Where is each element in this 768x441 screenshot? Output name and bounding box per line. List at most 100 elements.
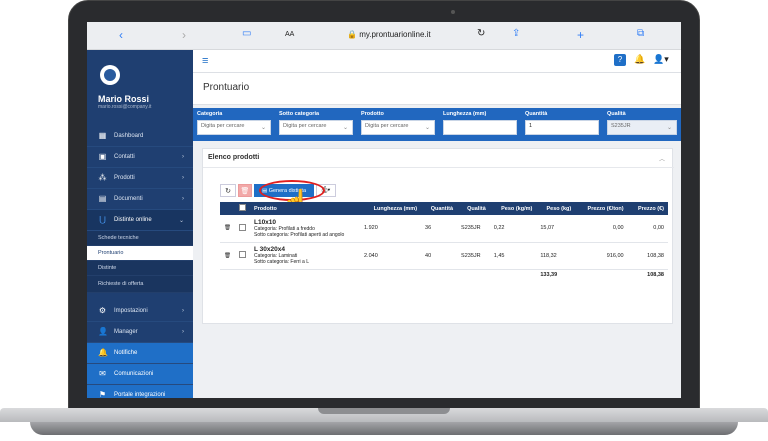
filter-label: Lunghezza (mm) [443,111,487,117]
chevron-right-icon: › [182,308,184,314]
prodotto-select[interactable]: Digita per cercare ⌄ [361,120,435,135]
main-content: ≡ ? 🔔 👤▾ Prontuario Categoria Digita per… [193,50,681,398]
share-icon[interactable]: ⇪ [512,28,520,39]
chevron-down-icon: ⌄ [178,217,184,224]
product-subcategory: Sotto categoria: Ferri a L [253,259,310,265]
sidebar-item-contatti[interactable]: ▣ Contatti › [87,147,193,168]
reader-aa-button[interactable]: AA [285,31,294,38]
sidebar-item-comunicazioni[interactable]: ✉ Comunicazioni [87,364,193,385]
collapse-icon[interactable]: ︿ [659,154,665,163]
page-header: Prontuario [193,73,681,105]
filter-label: Sotto categoria [279,111,320,117]
chevron-right-icon: › [182,175,184,181]
user-menu-icon[interactable]: 👤▾ [653,54,669,65]
product-name: L10x10 [253,218,277,226]
notifications-icon[interactable]: 🔔 [634,54,645,65]
table-row[interactable]: 🗑 L10x10 Categoria: Profilati a freddo S… [220,215,668,243]
product-name: L 30x20x4 [253,246,285,253]
header-prezzo-ton: Prezzo (€/ton) [575,202,628,215]
chevron-right-icon: › [182,329,184,335]
integration-icon: ⚑ [98,390,107,399]
header-select [234,202,250,215]
qualita-value: S235JR [611,123,631,129]
cell-lunghezza: 1.920 [359,215,422,243]
chevron-down-icon: ⌄ [424,125,430,131]
dashboard-icon: ▦ [98,131,107,140]
sidebar: Mario Rossi mario.rossi@company.it ▦ Dash… [87,50,193,398]
forward-icon[interactable]: › [182,28,186,42]
filter-prodotto: Prodotto Digita per cercare ⌄ [361,111,435,135]
table-row[interactable]: 🗑 L 30x20x4 Categoria: Laminati Sotto ca… [220,242,668,270]
delete-button[interactable]: 🗑 [238,184,252,197]
browser-toolbar: ‹ › ▭ AA 🔒 my.prontuarionline.it ↻ ⇪ + ⧉ [87,22,681,50]
row-checkbox[interactable] [238,251,246,258]
sidebar-subitem-prontuario[interactable]: Prontuario [87,246,193,261]
header-peso-kgm: Peso (kg/m) [489,202,537,215]
sotto-categoria-select[interactable]: Digita per cercare ⌄ [279,120,353,135]
qualita-select[interactable]: S235JR ⌄ [607,120,677,135]
user-name: Mario Rossi [98,94,150,104]
top-bar: ≡ ? 🔔 👤▾ [193,50,681,73]
sidebar-subitem-schede-tecniche[interactable]: Schede tecniche [87,231,193,246]
sidebar-submenu: Schede tecniche Prontuario Distinte Rich… [87,231,193,293]
new-tab-icon[interactable]: + [577,28,584,42]
filter-label: Categoria [197,111,223,117]
laptop-base [0,408,768,441]
sidebar-item-distinte-online[interactable]: ⋃ Distinte online ⌄ [87,210,193,231]
products-icon: ⁂ [98,173,107,182]
total-peso-kg: 133,39 [540,272,558,279]
cell-quantita: 40 [421,242,458,270]
header-prezzo: Prezzo (€) [627,202,668,215]
delete-row-icon[interactable]: 🗑 [220,242,235,270]
filter-label: Qualità [607,111,626,117]
book-icon[interactable]: ▭ [242,28,251,39]
address-bar[interactable]: 🔒 my.prontuarionline.it [347,30,431,39]
mail-icon: ✉ [99,369,106,378]
sidebar-subitem-distinte[interactable]: Distinte [87,261,193,276]
categoria-select[interactable]: Digita per cercare ⌄ [197,120,271,135]
cell-peso-kgm: 1,45 [489,242,537,270]
cell-peso-kg: 15,07 [536,215,576,243]
quantita-input[interactable]: 1 [525,120,599,135]
cell-prezzo-ton: 0,00 [575,215,628,243]
product-cell: L 30x20x4 Categoria: Laminati Sotto cate… [249,242,360,270]
sidebar-nav: ▦ Dashboard ▣ Contatti › ⁂ Prodotti › ▤ Docume… [87,126,193,398]
filter-categoria: Categoria Digita per cercare ⌄ [197,111,271,135]
chevron-down-icon: ⌄ [666,125,672,131]
url-text: my.prontuarionline.it [359,30,431,39]
header-qualita: Qualità [457,202,490,215]
row-checkbox[interactable] [238,223,246,231]
sidebar-item-portale[interactable]: ⚑ Portale integrazioni [87,385,193,398]
chevron-right-icon: › [182,154,184,160]
sidebar-item-notifiche[interactable]: 🔔 Notifiche [87,343,193,364]
header-actions [220,202,235,215]
refresh-button[interactable]: ↻ [220,184,236,197]
delete-row-icon[interactable]: 🗑 [220,215,235,243]
filter-lunghezza: Lunghezza (mm) [443,111,517,135]
sidebar-item-manager[interactable]: 👤 Manager › [87,322,193,343]
select-all-checkbox[interactable] [238,204,246,211]
filter-qualita: Qualità S235JR ⌄ [607,111,677,135]
sidebar-item-documenti[interactable]: ▤ Documenti › [87,189,193,210]
chevron-down-icon: ⌄ [342,125,348,131]
lunghezza-input[interactable] [443,120,517,135]
manager-icon: 👤 [98,327,108,336]
reload-icon[interactable]: ↻ [477,28,485,39]
camera-icon [451,10,455,14]
table-header-row: Prodotto Lunghezza (mm) Quantità Qualità… [220,202,668,215]
avatar[interactable] [100,65,120,85]
trash-icon: 🗑 [240,187,250,195]
back-icon[interactable]: ‹ [119,28,123,42]
sidebar-subitem-richieste[interactable]: Richieste di offerta [87,276,193,293]
sidebar-item-prodotti[interactable]: ⁂ Prodotti › [87,168,193,189]
sidebar-item-dashboard[interactable]: ▦ Dashboard [87,126,193,147]
contacts-icon: ▣ [98,152,107,161]
tabs-icon[interactable]: ⧉ [637,28,644,39]
header-lunghezza: Lunghezza (mm) [359,202,422,215]
header-quantita: Quantità [421,202,458,215]
menu-icon[interactable]: ≡ [202,55,208,67]
sidebar-item-impostazioni[interactable]: ⚙ Impostazioni › [87,301,193,322]
help-icon[interactable]: ? [614,54,626,66]
cell-peso-kg: 118,32 [536,242,576,270]
documents-icon: ▤ [98,194,107,203]
